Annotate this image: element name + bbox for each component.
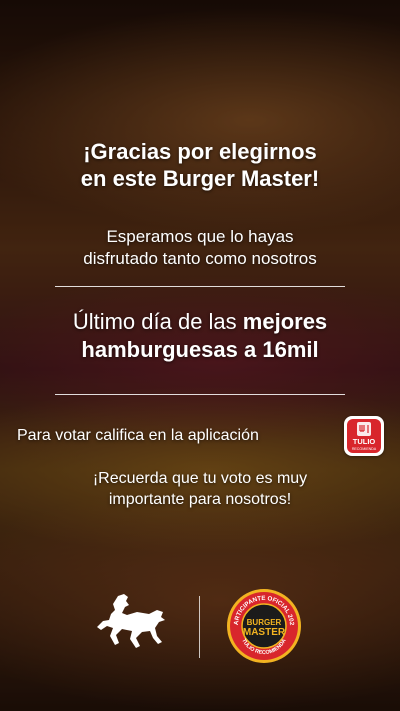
vote-instruction: Para votar califica en la aplicación: [17, 427, 259, 444]
vote-row: Para votar califica en la aplicación TUL…: [0, 416, 400, 456]
story-content: ¡Gracias por elegirnos en este Burger Ma…: [0, 0, 400, 711]
app-icon-text: TULIO: [353, 437, 376, 446]
top-divider: [55, 286, 345, 287]
bottom-divider: [55, 394, 345, 395]
badge-main-text-2: MASTER: [243, 627, 286, 638]
promo-line-1-regular: Último día de las: [72, 309, 243, 334]
thanks-heading: ¡Gracias por elegirnos en este Burger Ma…: [80, 139, 320, 191]
promo-line-1-bold: mejores: [242, 309, 328, 334]
tulio-recomienda-icon-graphic: TULIO RECOMIENDA: [347, 419, 381, 453]
horse-rider-logo: [96, 592, 176, 654]
app-icon-subtext: RECOMIENDA: [352, 447, 377, 451]
subtitle-text: Esperamos que lo hayas disfrutado tanto …: [83, 227, 317, 268]
burger-master-badge: PARTICIPANTE OFICIAL 2023 TULIO RECOMIEN…: [224, 583, 302, 664]
footer-divider: [199, 596, 200, 658]
promo-line-1: Último día de las mejores: [0, 308, 400, 336]
promo-text: Último día de las mejores hamburguesas a…: [0, 308, 400, 364]
burger-master-badge-icon: PARTICIPANTE OFICIAL 2023 TULIO RECOMIEN…: [224, 583, 301, 663]
tulio-recomienda-app-icon[interactable]: TULIO RECOMIENDA: [344, 416, 384, 456]
promo-line-2: hamburguesas a 16mil: [81, 337, 319, 362]
horse-rider-logo-icon: [97, 594, 165, 648]
reminder-text: ¡Recuerda que tu voto es muy importante …: [92, 470, 308, 508]
badge-main-text: BURGER: [247, 618, 282, 627]
